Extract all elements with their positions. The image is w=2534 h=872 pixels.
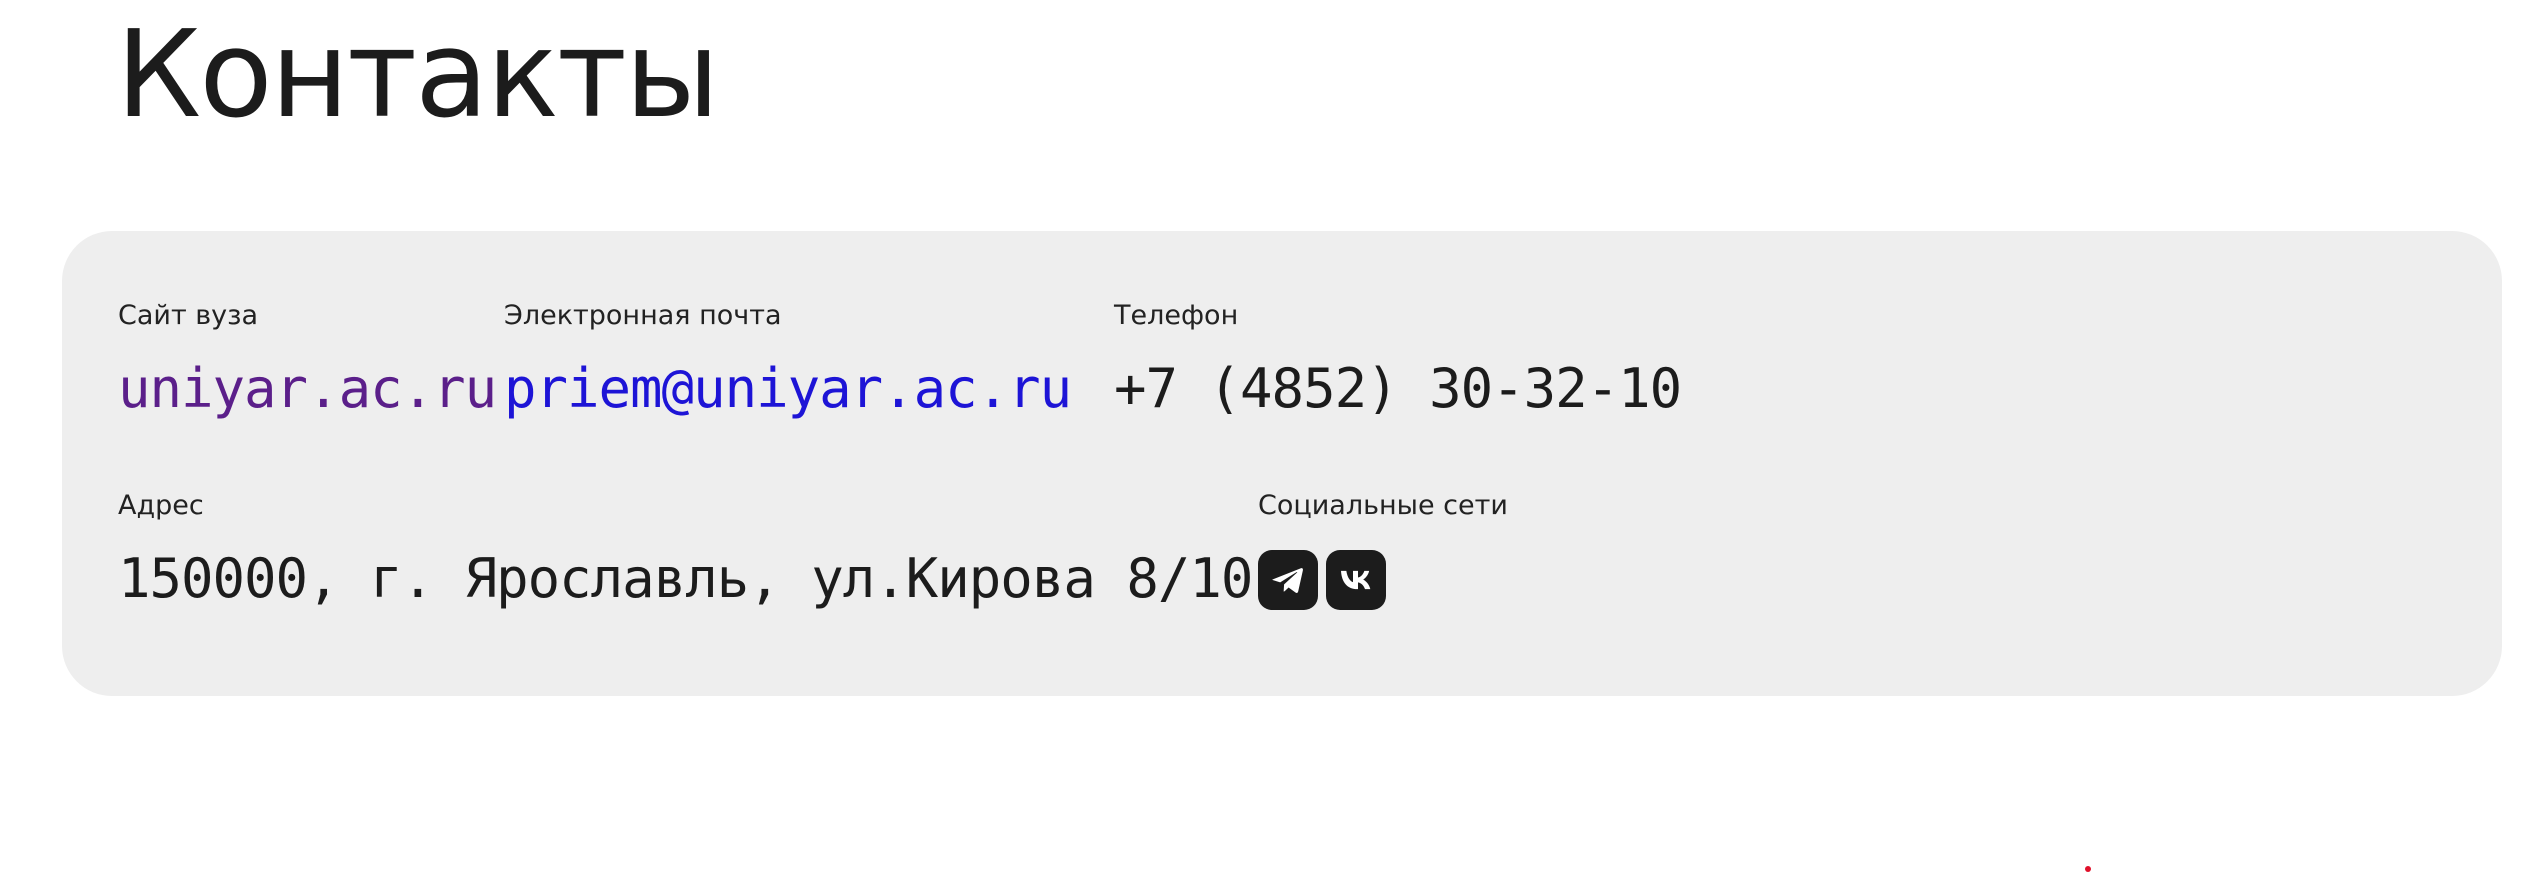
email-field: Электронная почта priem@uniyar.ac.ru [504,299,1072,421]
phone-label: Телефон [1114,300,1239,331]
address-value: 150000, г. Ярославль, ул.Кирова 8/10. [118,547,1285,610]
phone-field: Телефон +7 (4852) 30-32-10 [1114,299,1682,421]
page-title: Контакты [116,6,720,145]
cursor-dot [2085,866,2091,872]
phone-value: +7 (4852) 30-32-10 [1114,357,1682,420]
email-link[interactable]: priem@uniyar.ac.ru [504,357,1072,421]
site-field: Сайт вуза uniyar.ac.ru [118,299,497,421]
address-label: Адрес [118,490,204,521]
vk-link[interactable] [1326,550,1386,610]
vk-icon [1341,570,1371,590]
email-label: Электронная почта [504,300,782,331]
contacts-card: Сайт вуза uniyar.ac.ru Электронная почта… [62,231,2502,696]
social-label: Социальные сети [1258,490,1508,521]
social-field: Социальные сети [1258,489,1508,610]
site-label: Сайт вуза [118,300,259,331]
social-links [1258,550,1508,610]
address-field: Адрес 150000, г. Ярославль, ул.Кирова 8/… [118,489,1285,611]
telegram-icon [1272,568,1303,593]
telegram-link[interactable] [1258,550,1318,610]
site-link[interactable]: uniyar.ac.ru [118,357,497,421]
